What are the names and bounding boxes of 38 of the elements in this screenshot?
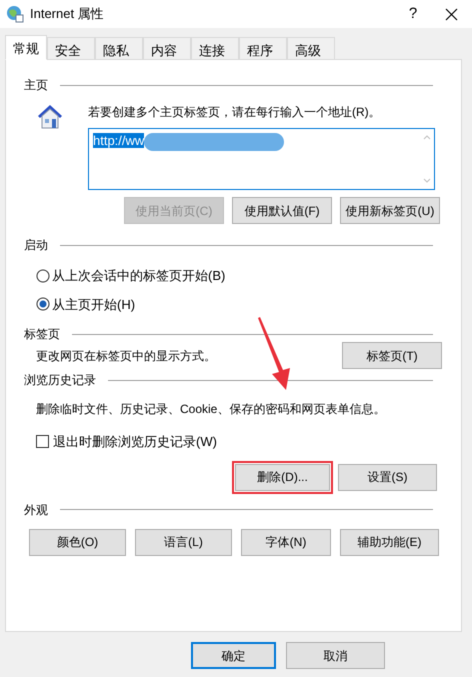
dialog-button[interactable]: 字体(N) bbox=[241, 528, 331, 556]
dialog-button[interactable]: 使用默认值(F) bbox=[232, 197, 332, 224]
checkbox[interactable] bbox=[36, 435, 49, 448]
close-icon[interactable] bbox=[445, 8, 458, 20]
dialog-button[interactable]: 颜色(O) bbox=[29, 528, 126, 556]
window-title: Internet 属性 bbox=[30, 5, 104, 24]
description-text: 删除临时文件、历史记录、Cookie、保存的密码和网页表单信息。 bbox=[35, 401, 386, 418]
section-heading: 主页 bbox=[24, 77, 48, 94]
tab[interactable]: 连接 bbox=[191, 37, 239, 60]
section-heading: 标签页 bbox=[24, 326, 60, 343]
checkbox-label: 退出时删除浏览历史记录(W) bbox=[53, 433, 217, 451]
dialog-button[interactable]: 删除(D)... bbox=[235, 464, 330, 490]
tab[interactable]: 高级 bbox=[287, 37, 335, 60]
help-button[interactable]: ? bbox=[395, 2, 431, 26]
dialog-button[interactable]: 语言(L) bbox=[135, 528, 232, 556]
section-heading: 启动 bbox=[24, 237, 48, 254]
radio-label: 从主页开始(H) bbox=[52, 296, 136, 314]
dialog-button[interactable]: 使用新标签页(U) bbox=[340, 197, 440, 224]
dialog-button[interactable]: 标签页(T) bbox=[342, 342, 442, 369]
dialog-button[interactable]: 设置(S) bbox=[338, 464, 437, 490]
scrollbar-arrows-icon bbox=[422, 133, 432, 185]
radio-button[interactable] bbox=[36, 268, 50, 283]
radio-label: 从上次会话中的标签页开始(B) bbox=[52, 267, 226, 285]
tab[interactable]: 内容 bbox=[143, 37, 191, 60]
description-text: 更改网页在标签页中的显示方式。 bbox=[36, 348, 216, 364]
tab[interactable]: 安全 bbox=[47, 37, 95, 60]
tab[interactable]: 常规 bbox=[5, 35, 47, 60]
dialog-button[interactable]: 辅助功能(E) bbox=[340, 528, 439, 556]
hint-text: 若要创建多个主页标签页，请在每行输入一个地址(R)。 bbox=[88, 104, 382, 121]
tab[interactable]: 隐私 bbox=[95, 37, 143, 60]
url-field[interactable]: http://ww bbox=[88, 128, 435, 190]
dialog-button[interactable]: 确定 bbox=[191, 642, 276, 669]
dialog-button[interactable]: 取消 bbox=[286, 642, 385, 669]
section-heading: 外观 bbox=[24, 502, 48, 518]
globe-icon bbox=[6, 5, 24, 23]
radio-button[interactable] bbox=[36, 297, 50, 312]
section-heading: 浏览历史记录 bbox=[24, 372, 96, 389]
tab[interactable]: 程序 bbox=[239, 37, 287, 60]
